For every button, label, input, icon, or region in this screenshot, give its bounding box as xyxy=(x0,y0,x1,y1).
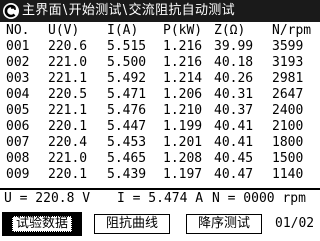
cell-power: 1.216 xyxy=(163,55,203,70)
cell-power: 1.216 xyxy=(163,39,203,54)
cell-power: 1.208 xyxy=(163,151,203,166)
cell-impedance: 40.47 xyxy=(214,167,254,182)
cell-impedance: 40.45 xyxy=(214,151,254,166)
table-row: 004 220.5 5.471 1.206 40.31 2647 xyxy=(4,87,320,103)
cell-current: 5.453 xyxy=(107,135,147,150)
speed-readout: N = 0000 rpm xyxy=(212,191,306,206)
col-header-voltage: U(V) xyxy=(48,23,80,38)
cell-no: 003 xyxy=(6,71,30,86)
title-bar: 主界面\开始测试\交流阻抗自动测试 xyxy=(0,0,320,22)
cell-impedance: 40.41 xyxy=(214,135,254,150)
table-header-row: NO. U(V) I(A) P(kW) Z(Ω) N/rpm xyxy=(4,23,320,39)
live-readout: U = 220.8 V I = 5.474 A N = 0000 rpm xyxy=(4,190,320,208)
cell-no: 006 xyxy=(6,119,30,134)
cell-no: 004 xyxy=(6,87,30,102)
crumb-main[interactable]: 主界面 xyxy=(22,3,62,18)
col-header-current: I(A) xyxy=(107,23,139,38)
cell-voltage: 220.1 xyxy=(48,119,88,134)
col-header-power: P(kW) xyxy=(163,23,203,38)
col-header-impedance: Z(Ω) xyxy=(214,23,246,38)
cell-power: 1.197 xyxy=(163,167,203,182)
cell-speed: 3193 xyxy=(272,55,304,70)
cell-voltage: 221.1 xyxy=(48,71,88,86)
cell-speed: 2400 xyxy=(272,103,304,118)
cell-no: 002 xyxy=(6,55,30,70)
cell-impedance: 39.99 xyxy=(214,39,254,54)
cell-current: 5.447 xyxy=(107,119,147,134)
table-row: 009 220.1 5.439 1.197 40.47 1140 xyxy=(4,167,320,183)
cell-power: 1.201 xyxy=(163,135,203,150)
table-row: 008 221.0 5.465 1.208 40.45 1500 xyxy=(4,151,320,167)
cell-no: 001 xyxy=(6,39,30,54)
cell-voltage: 221.0 xyxy=(48,151,88,166)
col-header-speed: N/rpm xyxy=(272,23,312,38)
table-row: 005 221.1 5.476 1.210 40.37 2400 xyxy=(4,103,320,119)
cell-power: 1.199 xyxy=(163,119,203,134)
cell-impedance: 40.41 xyxy=(214,119,254,134)
cell-speed: 2647 xyxy=(272,87,304,102)
cell-power: 1.210 xyxy=(163,103,203,118)
cell-voltage: 220.4 xyxy=(48,135,88,150)
descending-test-button[interactable]: 降序测试 xyxy=(186,214,262,234)
cell-current: 5.476 xyxy=(107,103,147,118)
cell-current: 5.471 xyxy=(107,87,147,102)
crumb-start-test[interactable]: 开始测试 xyxy=(69,3,122,18)
table-row: 006 220.1 5.447 1.199 40.41 2100 xyxy=(4,119,320,135)
cell-impedance: 40.37 xyxy=(214,103,254,118)
cell-no: 008 xyxy=(6,151,30,166)
table-body: 001 220.6 5.515 1.216 39.99 3599 002 221.0 5.500… xyxy=(4,39,320,183)
table-row: 003 221.1 5.492 1.214 40.26 2981 xyxy=(4,71,320,87)
table-row: 001 220.6 5.515 1.216 39.99 3599 xyxy=(4,39,320,55)
breadcrumb: 主界面\开始测试\交流阻抗自动测试 xyxy=(22,0,235,22)
current-readout: I = 5.474 A xyxy=(117,191,204,206)
test-data-button[interactable]: 试验数据 xyxy=(2,212,82,236)
cell-voltage: 221.0 xyxy=(48,55,88,70)
page-indicator: 01/02 xyxy=(275,216,315,231)
crumb-separator: \ xyxy=(62,3,68,18)
cell-speed: 2100 xyxy=(272,119,304,134)
crumb-separator: \ xyxy=(122,3,128,18)
screen: 主界面\开始测试\交流阻抗自动测试 NO. U(V) I(A) P(kW) Z(… xyxy=(0,0,320,241)
cell-speed: 1800 xyxy=(272,135,304,150)
cell-power: 1.214 xyxy=(163,71,203,86)
cell-power: 1.206 xyxy=(163,87,203,102)
cell-speed: 1140 xyxy=(272,167,304,182)
cell-voltage: 220.6 xyxy=(48,39,88,54)
cell-voltage: 221.1 xyxy=(48,103,88,118)
cell-no: 005 xyxy=(6,103,30,118)
cell-voltage: 220.1 xyxy=(48,167,88,182)
cell-current: 5.500 xyxy=(107,55,147,70)
app-logo-icon xyxy=(3,3,19,19)
table-row: 007 220.4 5.453 1.201 40.41 1800 xyxy=(4,135,320,151)
cell-voltage: 220.5 xyxy=(48,87,88,102)
cell-speed: 1500 xyxy=(272,151,304,166)
cell-speed: 2981 xyxy=(272,71,304,86)
cell-current: 5.492 xyxy=(107,71,147,86)
cell-current: 5.439 xyxy=(107,167,147,182)
cell-impedance: 40.18 xyxy=(214,55,254,70)
table-row: 002 221.0 5.500 1.216 40.18 3193 xyxy=(4,55,320,71)
crumb-auto-test: 交流阻抗自动测试 xyxy=(128,3,235,18)
cell-current: 5.465 xyxy=(107,151,147,166)
cell-impedance: 40.31 xyxy=(214,87,254,102)
results-table: NO. U(V) I(A) P(kW) Z(Ω) N/rpm 001 220.6 5… xyxy=(4,23,320,183)
voltage-readout: U = 220.8 V xyxy=(4,191,91,206)
col-header-no: NO. xyxy=(6,23,30,38)
cell-speed: 3599 xyxy=(272,39,304,54)
cell-no: 007 xyxy=(6,135,30,150)
cell-current: 5.515 xyxy=(107,39,147,54)
impedance-curve-button[interactable]: 阻抗曲线 xyxy=(94,214,170,234)
cell-impedance: 40.26 xyxy=(214,71,254,86)
cell-no: 009 xyxy=(6,167,30,182)
test-data-button-label: 试验数据 xyxy=(11,216,72,232)
